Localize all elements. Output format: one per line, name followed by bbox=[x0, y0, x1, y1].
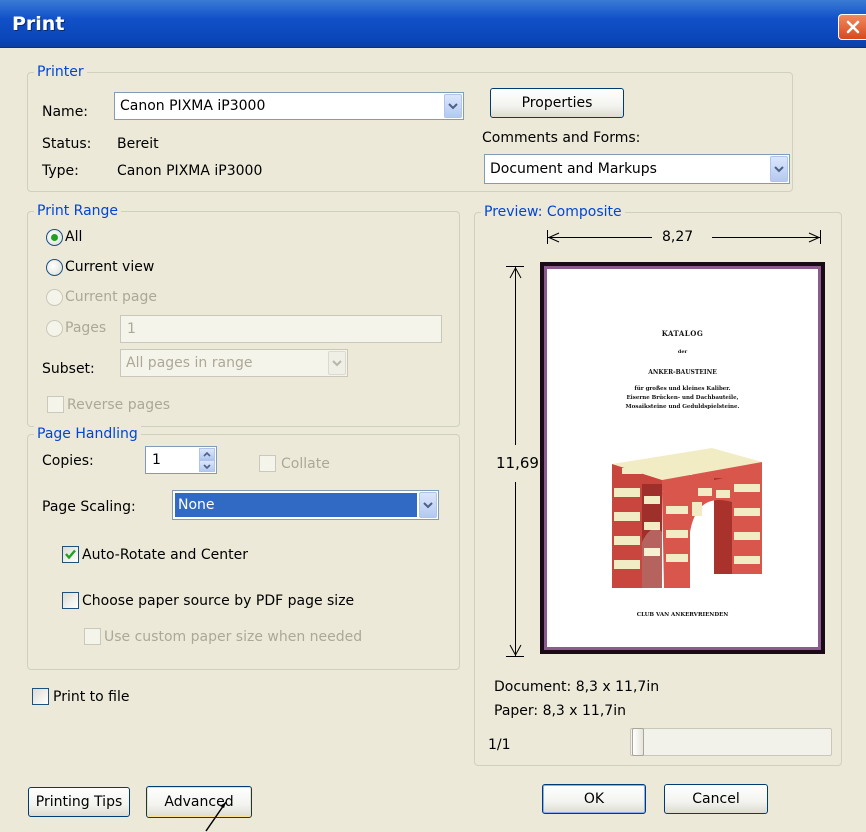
page-subtitle: ANKER-BAUSTEINE bbox=[648, 369, 717, 376]
paper-source-label[interactable]: Choose paper source by PDF page size bbox=[82, 592, 354, 610]
chevron-down-icon[interactable] bbox=[328, 351, 346, 375]
page-description-1: für großes und kleines Kaliber. bbox=[634, 386, 731, 392]
print-to-file-checkbox[interactable] bbox=[32, 688, 49, 705]
collate-label[interactable]: Collate bbox=[281, 455, 330, 473]
mouse-pointer-icon bbox=[205, 801, 227, 832]
spin-down-icon[interactable] bbox=[199, 460, 215, 472]
auto-rotate-checkbox[interactable] bbox=[62, 546, 79, 563]
pages-input-value: 1 bbox=[127, 321, 136, 337]
checkmark-icon bbox=[65, 549, 76, 560]
paper-source-checkbox[interactable] bbox=[62, 592, 79, 609]
cancel-label: Cancel bbox=[692, 791, 740, 807]
printing-tips-button[interactable]: Printing Tips bbox=[28, 787, 130, 817]
subset-select[interactable]: All pages in range bbox=[120, 349, 348, 377]
height-value: 11,69 bbox=[496, 454, 539, 472]
chevron-down-icon[interactable] bbox=[444, 94, 462, 118]
printer-name-value: Canon PIXMA iP3000 bbox=[120, 98, 266, 114]
pages-label[interactable]: Pages bbox=[65, 319, 106, 337]
chevron-down-icon[interactable] bbox=[770, 156, 788, 182]
all-radio-label[interactable]: All bbox=[65, 228, 82, 246]
ok-button[interactable]: OK bbox=[542, 784, 646, 814]
print-range-legend: Print Range bbox=[34, 203, 122, 219]
copies-label: Copies: bbox=[42, 453, 94, 469]
current-page-label[interactable]: Current page bbox=[65, 288, 157, 306]
comments-forms-label: Comments and Forms: bbox=[482, 130, 641, 146]
arrow-left-icon bbox=[548, 232, 560, 243]
copies-value: 1 bbox=[152, 452, 161, 468]
window-title: Print bbox=[12, 13, 65, 35]
arrow-down-icon bbox=[509, 644, 522, 656]
printer-name-label: Name: bbox=[42, 104, 89, 120]
width-arrow-right-bar bbox=[820, 230, 821, 244]
pages-radio[interactable] bbox=[46, 320, 63, 337]
cancel-button[interactable]: Cancel bbox=[664, 784, 768, 814]
arrow-right-icon bbox=[808, 232, 820, 243]
comments-forms-value: Document and Markups bbox=[490, 161, 657, 177]
title-bar: Print bbox=[0, 0, 866, 48]
printer-name-select[interactable]: Canon PIXMA iP3000 bbox=[114, 92, 464, 120]
properties-button-label: Properties bbox=[521, 95, 593, 111]
chevron-down-icon[interactable] bbox=[419, 492, 437, 518]
arrow-up-icon bbox=[509, 267, 522, 279]
page-description-2: Eiserne Brücken- und Dachbauteile, bbox=[626, 395, 739, 401]
spin-up-icon[interactable] bbox=[199, 448, 215, 460]
paper-size-info: Paper: 8,3 x 11,7in bbox=[494, 703, 626, 719]
preview-page: KATALOG der ANKER-BAUSTEINE für großes u… bbox=[540, 262, 825, 654]
height-line-bottom bbox=[515, 482, 516, 656]
custom-paper-label[interactable]: Use custom paper size when needed bbox=[104, 628, 362, 646]
ok-label: OK bbox=[583, 791, 605, 807]
close-icon bbox=[846, 20, 859, 34]
page-footer: CLUB VAN ANKERVRIENDEN bbox=[636, 612, 729, 618]
subset-label: Subset: bbox=[42, 361, 95, 377]
width-line-left bbox=[548, 237, 652, 238]
width-value: 8,27 bbox=[662, 229, 694, 245]
page-handling-legend: Page Handling bbox=[34, 426, 141, 442]
printing-tips-label: Printing Tips bbox=[35, 794, 123, 810]
width-line-right bbox=[712, 237, 820, 238]
all-radio[interactable] bbox=[46, 229, 63, 246]
current-view-label[interactable]: Current view bbox=[65, 258, 154, 276]
height-line-top bbox=[515, 267, 516, 445]
collate-checkbox[interactable] bbox=[259, 455, 276, 472]
subset-value: All pages in range bbox=[126, 355, 253, 371]
document-size-info: Document: 8,3 x 11,7in bbox=[494, 679, 660, 695]
comments-forms-select[interactable]: Document and Markups bbox=[484, 154, 790, 184]
page-slider-thumb[interactable] bbox=[632, 728, 644, 756]
type-label: Type: bbox=[42, 163, 79, 179]
close-button[interactable] bbox=[838, 14, 866, 40]
preview-legend: Preview: Composite bbox=[481, 204, 625, 220]
page-scaling-label: Page Scaling: bbox=[42, 499, 136, 515]
page-scaling-select[interactable]: None bbox=[172, 490, 439, 520]
page-scaling-value: None bbox=[178, 497, 215, 513]
properties-button[interactable]: Properties bbox=[490, 88, 624, 118]
anker-arch-illustration bbox=[612, 448, 762, 588]
current-view-radio[interactable] bbox=[46, 259, 63, 276]
type-value: Canon PIXMA iP3000 bbox=[117, 163, 263, 179]
copies-spinner[interactable] bbox=[199, 448, 215, 472]
print-to-file-label[interactable]: Print to file bbox=[53, 688, 129, 706]
printer-legend: Printer bbox=[34, 64, 87, 80]
page-counter: 1/1 bbox=[488, 737, 511, 753]
custom-paper-checkbox[interactable] bbox=[84, 628, 101, 645]
page-slider-track[interactable] bbox=[630, 728, 832, 756]
preview-page-content: KATALOG der ANKER-BAUSTEINE für großes u… bbox=[552, 274, 813, 642]
status-label: Status: bbox=[42, 136, 92, 152]
height-arrow-bottom-bar bbox=[506, 656, 524, 657]
page-description-3: Mosaiksteine und Geduldspielsteine. bbox=[625, 404, 740, 410]
auto-rotate-label[interactable]: Auto-Rotate and Center bbox=[82, 546, 248, 564]
current-page-radio[interactable] bbox=[46, 289, 63, 306]
reverse-pages-checkbox[interactable] bbox=[47, 396, 64, 413]
reverse-pages-label[interactable]: Reverse pages bbox=[67, 396, 170, 414]
page-title: KATALOG bbox=[661, 329, 704, 338]
status-value: Bereit bbox=[117, 136, 159, 152]
pages-input[interactable]: 1 bbox=[120, 315, 442, 343]
page-der: der bbox=[677, 349, 688, 355]
